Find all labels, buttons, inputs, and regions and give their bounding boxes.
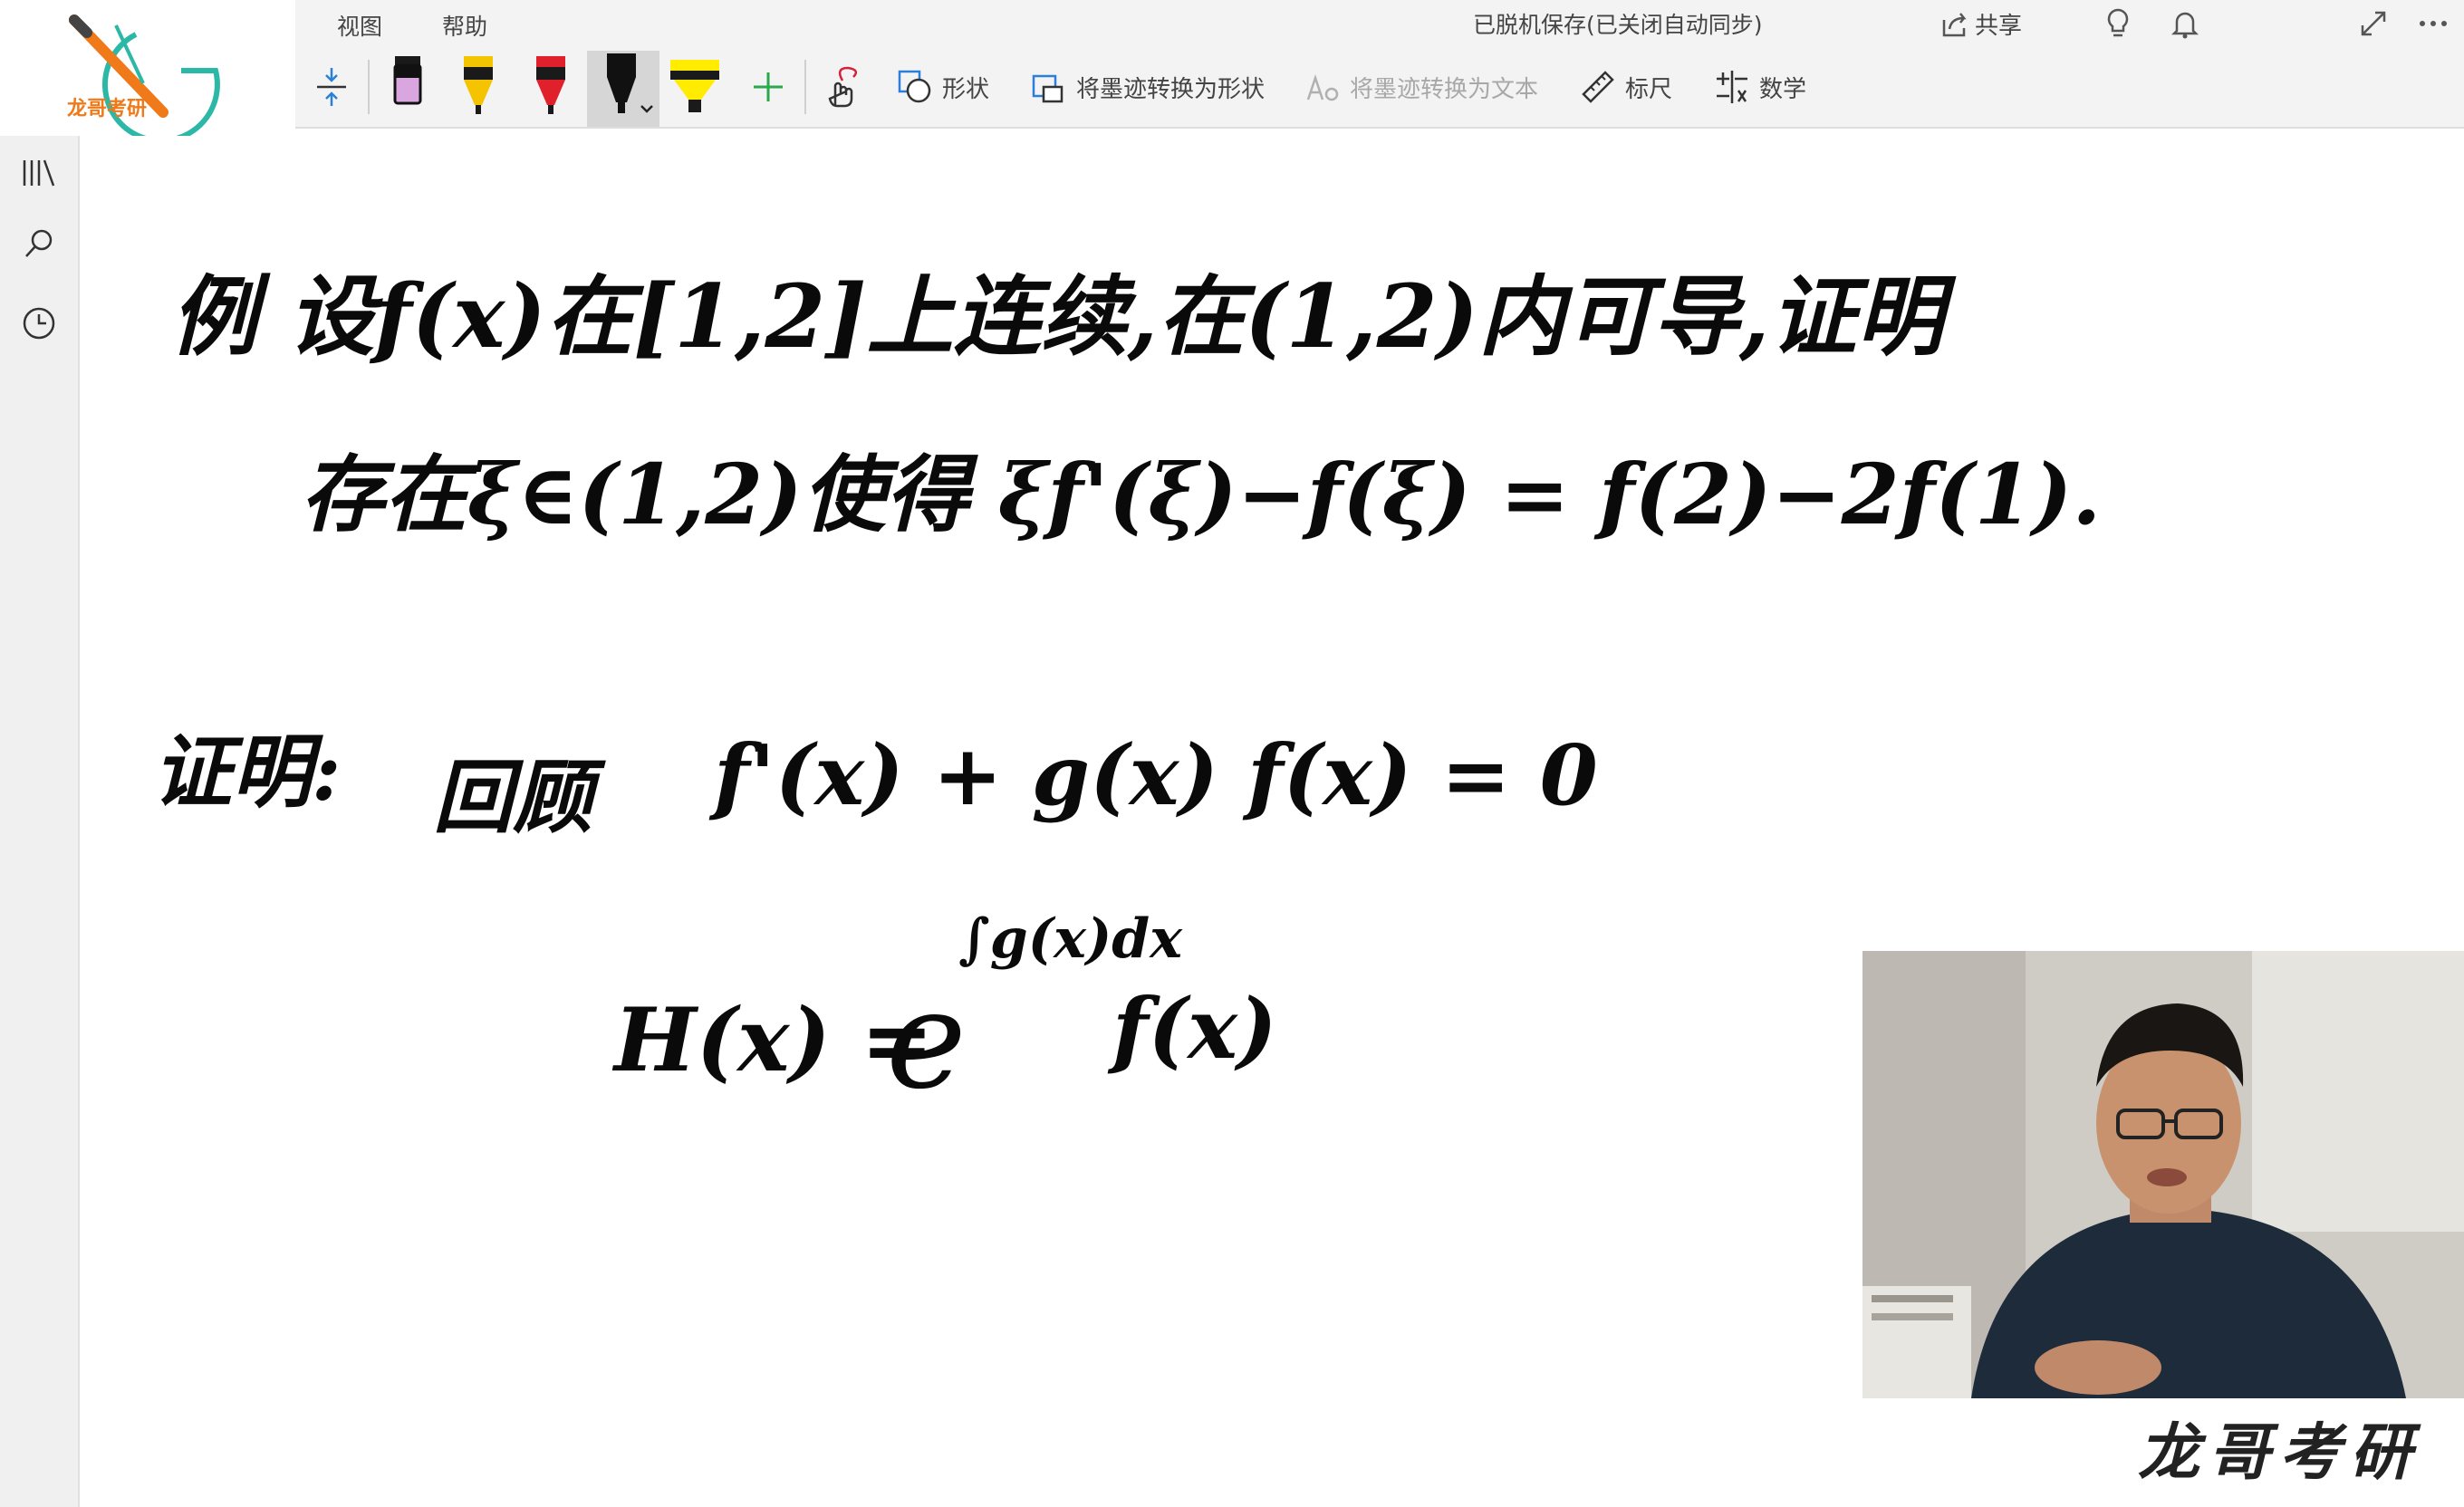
marker-icon bbox=[607, 53, 653, 113]
touch-draw-button[interactable] bbox=[823, 51, 862, 123]
highlighter-yellow[interactable] bbox=[669, 51, 721, 123]
recall-formula: f'(x) + g(x) f(x) = 0 bbox=[714, 726, 1598, 824]
menu-help[interactable]: 帮助 bbox=[442, 9, 487, 42]
ruler-label: 标尺 bbox=[1625, 75, 1673, 103]
ink-to-text-icon bbox=[1306, 74, 1339, 101]
math-button[interactable]: 数学 bbox=[1714, 51, 1806, 123]
ink-to-text-button: 将墨迹转换为文本 bbox=[1304, 51, 1538, 123]
touch-draw-icon bbox=[828, 66, 858, 108]
math-icon bbox=[1717, 71, 1747, 103]
ink-to-text-label: 将墨迹转换为文本 bbox=[1350, 75, 1539, 103]
recent-icon[interactable] bbox=[20, 304, 58, 342]
pen-icon bbox=[464, 56, 493, 114]
shapes-icon bbox=[898, 70, 931, 103]
add-pen-button[interactable] bbox=[750, 51, 786, 123]
pen-black-marker[interactable] bbox=[602, 51, 656, 123]
pen-red[interactable] bbox=[531, 51, 571, 123]
menu-view[interactable]: 视图 bbox=[337, 9, 382, 42]
save-status: 已脱机保存(已关闭自动同步) bbox=[1473, 12, 1763, 38]
webcam-video bbox=[1862, 951, 2464, 1398]
more-icon[interactable] bbox=[2417, 5, 2450, 42]
lightbulb-icon[interactable] bbox=[2102, 5, 2134, 42]
h-definition-factor: f(x) bbox=[1112, 980, 1277, 1078]
toolbar-separator bbox=[368, 60, 370, 114]
problem-statement-line1: 例 设f(x)在[1,2]上连续,在(1,2)内可导,证明 bbox=[170, 265, 1944, 368]
notebooks-icon[interactable] bbox=[20, 154, 58, 192]
insert-space-button[interactable] bbox=[313, 51, 350, 123]
toolbar-separator bbox=[804, 60, 806, 114]
problem-statement-line2: 存在ξ∈(1,2)使得 ξf'(ξ)−f(ξ) = f(2)−2f(1). bbox=[301, 446, 2102, 543]
ink-to-shape-icon bbox=[1032, 74, 1064, 103]
pen-black[interactable] bbox=[388, 51, 428, 123]
logo-graphic bbox=[69, 14, 220, 144]
recall-label: 回顾 bbox=[433, 750, 593, 844]
expand-icon[interactable] bbox=[2357, 5, 2390, 42]
pen-yellow[interactable] bbox=[458, 51, 498, 123]
app-logo: 龙哥考研 bbox=[0, 0, 295, 144]
exponential-base: e bbox=[886, 962, 967, 1119]
ruler-icon bbox=[1582, 71, 1614, 103]
ruler-button[interactable]: 标尺 bbox=[1580, 51, 1672, 123]
insert-space-icon bbox=[317, 68, 346, 106]
share-icon bbox=[1942, 12, 1967, 36]
proof-label: 证明: bbox=[152, 725, 342, 819]
plus-icon bbox=[754, 72, 783, 101]
highlighter-icon bbox=[670, 60, 719, 112]
shapes-button[interactable]: 形状 bbox=[897, 51, 989, 123]
logo-text: 龙哥考研 bbox=[67, 98, 148, 120]
exponent-integral: ∫g(x)dx bbox=[958, 907, 1182, 971]
pen-icon bbox=[536, 56, 565, 114]
share-label: 共享 bbox=[1975, 13, 2023, 40]
presenter-image bbox=[1862, 951, 2464, 1398]
bell-icon[interactable] bbox=[2169, 5, 2201, 42]
math-label: 数学 bbox=[1759, 75, 1807, 103]
shapes-label: 形状 bbox=[942, 75, 990, 103]
left-sidebar bbox=[0, 136, 80, 1507]
share-button[interactable]: 共享 bbox=[1940, 7, 2022, 41]
search-icon[interactable] bbox=[20, 225, 58, 263]
ink-to-shape-button[interactable]: 将墨迹转换为形状 bbox=[1031, 51, 1265, 123]
pen-icon bbox=[393, 56, 422, 105]
watermark-text: 龙哥考研 bbox=[2138, 1416, 2421, 1489]
ink-to-shape-label: 将墨迹转换为形状 bbox=[1076, 75, 1266, 103]
